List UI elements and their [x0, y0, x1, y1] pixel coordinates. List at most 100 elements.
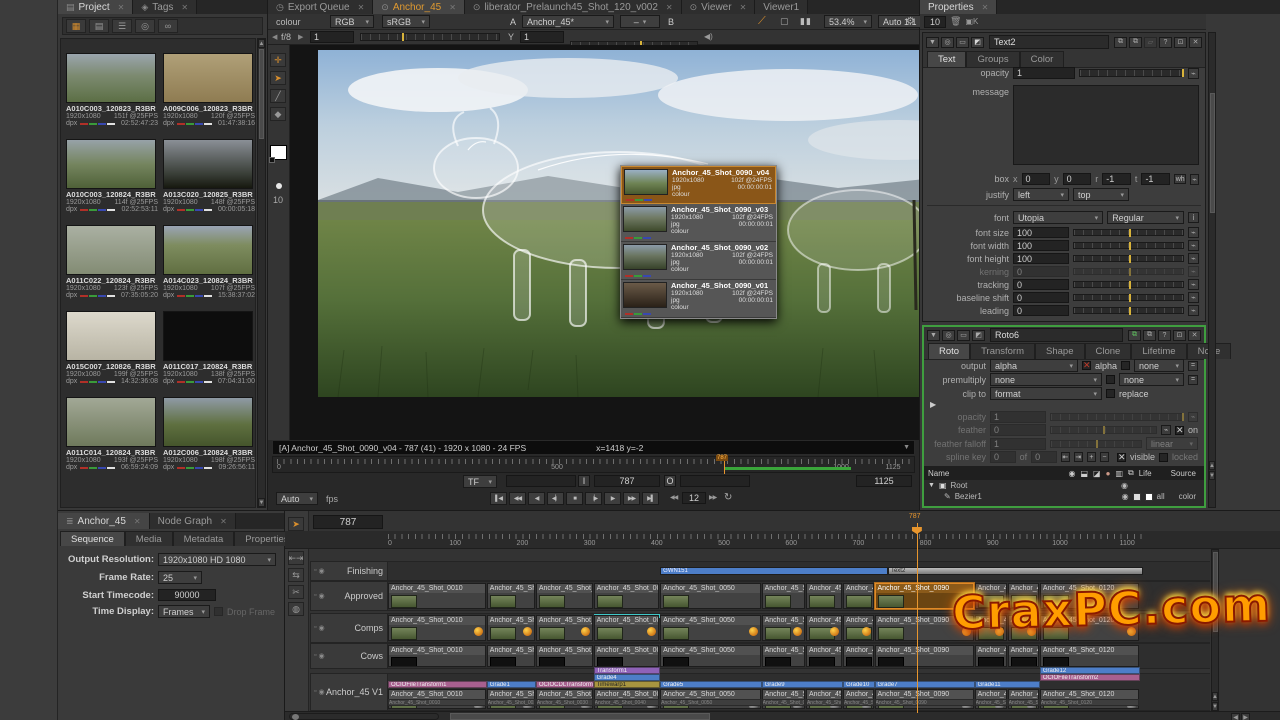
viewer-playhead[interactable]: 787 — [724, 457, 725, 474]
timeline-frame-input[interactable]: 787 — [313, 515, 383, 529]
prev-key-button[interactable]: ⇤ — [1061, 452, 1070, 462]
bin-scroll-up[interactable]: ▲ — [258, 39, 265, 48]
opacity-curve-button[interactable]: ⌁ — [1188, 68, 1199, 79]
track-header-finishing[interactable]: Finishing▫◉ — [310, 561, 388, 581]
baseline-shift-input[interactable]: 0 — [1013, 292, 1069, 303]
version-item[interactable]: Anchor_45_Shot_0090_v021920x1080102f @24… — [621, 242, 776, 280]
track-lock-icon[interactable]: ▫ — [314, 592, 316, 600]
close-icon[interactable]: ✕ — [740, 3, 747, 12]
leading-curve-button[interactable]: ⌁ — [1188, 305, 1199, 316]
fstop-prev-icon[interactable]: ◀ — [272, 33, 277, 41]
bin-clip[interactable]: A011C017_120824_R3BR1920x1080138f @25FPS… — [163, 311, 255, 385]
timeline-playhead[interactable]: 787 — [917, 523, 918, 713]
bin-clip[interactable]: A013C020_120825_R3BR1920x1080148f @25FPS… — [163, 139, 255, 213]
roto-opacity-slider[interactable] — [1050, 413, 1184, 421]
kerning-curve-button[interactable]: ⌁ — [1188, 266, 1199, 277]
search-button[interactable]: ∞ — [158, 19, 178, 33]
track-header-comps[interactable]: Comps▫◉ — [310, 613, 388, 643]
partial-clip[interactable]: Anchor_45_Shot_0080 — [843, 699, 874, 706]
playback-mode-dropdown[interactable]: Auto — [276, 492, 318, 505]
tree-source-header[interactable]: Source — [1171, 469, 1196, 478]
tracking-curve-button[interactable]: ⌁ — [1188, 279, 1199, 290]
font-size-curve-button[interactable]: ⌁ — [1188, 227, 1199, 238]
timeline-clip[interactable]: Anchor_45_Shot_0070 — [806, 583, 842, 609]
step-down-icon[interactable]: ◀◀ — [670, 494, 677, 501]
box-x-input[interactable]: 0 — [1022, 173, 1051, 185]
output-link-button[interactable]: = — [1188, 361, 1198, 371]
premultiply-aux-dropdown[interactable]: none — [1119, 373, 1184, 386]
track-lock-icon[interactable]: ▫ — [314, 652, 316, 660]
timeline-clip[interactable]: Anchor_45_Shot_0040 — [594, 645, 660, 667]
tab-project[interactable]: ▤Project✕ — [58, 0, 133, 14]
timeline-clip[interactable]: Anchor_45_Shot_0010 — [388, 645, 486, 667]
tab-viewer1[interactable]: Viewer1 — [755, 0, 808, 14]
tab-tags[interactable]: ◈Tags✕ — [133, 0, 197, 14]
eye-icon[interactable]: ◉ — [1122, 492, 1129, 501]
out-point-input[interactable] — [680, 475, 750, 487]
properties-scrollbar[interactable]: ▲ ▼ — [1208, 32, 1216, 508]
timeline-clip[interactable]: Anchor_45_Shot_0070 — [806, 615, 842, 641]
timeline-clip[interactable]: Anchor_45_Shot_0040 — [594, 583, 660, 609]
premultiply-checkbox[interactable] — [1106, 375, 1115, 384]
track-visibility-eye-icon[interactable]: ◉ — [318, 567, 324, 575]
effect-strip[interactable]: Grade1 — [487, 681, 536, 688]
roto6-tab-roto[interactable]: Roto — [928, 343, 970, 359]
timeline-clip[interactable]: Anchor_45_Shot_0110 — [1008, 645, 1039, 667]
tree-life-header[interactable]: Life — [1139, 469, 1152, 478]
drop-frame-checkbox[interactable] — [214, 607, 223, 616]
seq-tab-media[interactable]: Media — [125, 531, 173, 546]
detail-view-button[interactable]: ☰ — [112, 19, 132, 33]
visible-checkbox[interactable] — [1117, 453, 1126, 462]
message-textarea[interactable] — [1013, 85, 1199, 165]
fx-clip[interactable]: GWN151 — [660, 567, 888, 575]
output-resolution-dropdown[interactable]: 1920x1080 HD 1080 — [158, 553, 276, 566]
timeline-clip[interactable]: Anchor_45_Shot_0020 — [487, 583, 535, 609]
viewer-timeline-ruler[interactable]: 050010001125787 — [272, 456, 915, 473]
effect-strip[interactable]: Transform1 — [594, 667, 661, 674]
track-visibility-eye-icon[interactable]: ◉ — [318, 592, 324, 600]
gamma-label[interactable]: Y — [508, 32, 514, 42]
timeline-clip[interactable]: Anchor_45_Shot_0080 — [843, 583, 874, 609]
close-icon[interactable]: ✕ — [220, 517, 227, 526]
eye-icon[interactable]: ◉ — [1121, 481, 1128, 490]
b-buffer-label[interactable]: B — [668, 17, 674, 27]
baseline-shift-curve-button[interactable]: ⌁ — [1188, 292, 1199, 303]
audio-volume-icon[interactable]: ◀) — [704, 32, 713, 41]
text2-tab-text[interactable]: Text — [927, 51, 966, 67]
duration-input[interactable]: 1125 — [856, 475, 912, 487]
bin-clip[interactable]: A012C006_120824_R3BR1920x1080198f @25FPS… — [163, 397, 255, 471]
alpha-checkbox[interactable] — [1082, 361, 1091, 370]
hscroll-right-arrow[interactable]: ▶ — [1241, 713, 1250, 720]
bin-clip[interactable]: A010C003_120823_R3BR1920x1080151f @25FPS… — [66, 53, 158, 127]
poster-frame-button[interactable]: ◎ — [135, 19, 155, 33]
revert-icon[interactable]: ▱ — [1144, 37, 1157, 48]
gear-icon[interactable]: ⚙ — [906, 16, 915, 27]
wipe-icon[interactable]: ⟋ — [758, 15, 766, 28]
timeline-clip[interactable]: Anchor_45_Shot_0020 — [487, 615, 535, 641]
timeline-clip[interactable]: Anchor_45_Shot_0040 — [594, 615, 660, 641]
feather-on-checkbox[interactable] — [1175, 426, 1184, 435]
prev-increment-button[interactable]: ◀◀ — [509, 492, 526, 505]
bin-clip[interactable]: A010C003_120824_R3BR1920x1080114f @25FPS… — [66, 139, 158, 213]
timeline-clip[interactable]: Anchor_45_Shot_0100 — [975, 645, 1007, 667]
bin-clip[interactable]: A011C022_120824_R3BR1920x1080123f @25FPS… — [66, 225, 158, 299]
start-timecode-input[interactable]: 90000 — [158, 589, 216, 601]
seq-tab-sequence[interactable]: Sequence — [60, 531, 125, 546]
font-width-curve-button[interactable]: ⌁ — [1188, 240, 1199, 251]
multi-tool-icon[interactable]: ➤ — [288, 517, 304, 531]
bin-clip[interactable]: A015C007_120826_R3BR1920x1080199f @25FPS… — [66, 311, 158, 385]
partial-clip[interactable]: Anchor_45_Shot_0100 — [975, 699, 1007, 706]
bin-clip[interactable]: A009C006_120823_R3BR1920x1080120f @25FPS… — [163, 53, 255, 127]
next-increment-button[interactable]: ▶▶ — [623, 492, 640, 505]
timeline-zoom-slider[interactable] — [289, 713, 439, 720]
fstop-next-icon[interactable]: ▶ — [298, 33, 303, 41]
effect-strip[interactable]: Timewarp1 — [594, 681, 661, 688]
spline-key-b-input[interactable]: 0 — [1031, 451, 1057, 463]
expand-arrow-icon[interactable]: ▼ — [928, 482, 935, 489]
bin-clip[interactable]: A011C014_120824_R3BR1920x1080193f @25FPS… — [66, 397, 158, 471]
track-lock-icon[interactable]: ▫ — [314, 688, 316, 696]
track-header-anchor-45-v1[interactable]: Anchor_45 V1▫◉ — [310, 673, 388, 711]
timeline-clip[interactable]: Anchor_45_Shot_0030 — [536, 615, 593, 641]
keyframe-icon[interactable]: ⧉ — [1143, 330, 1156, 341]
track-lock-icon[interactable]: ▫ — [314, 624, 316, 632]
